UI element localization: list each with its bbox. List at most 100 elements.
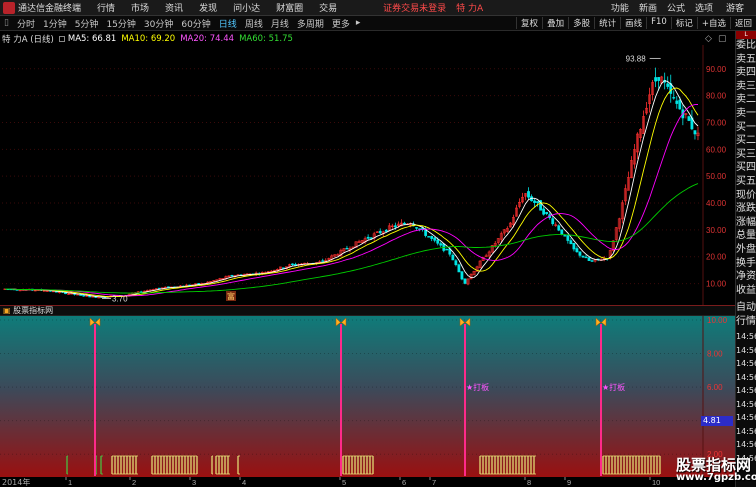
side-label[interactable]: 涨幅 <box>736 216 756 230</box>
side-label[interactable]: 收益 <box>736 284 756 298</box>
chart-settings-icon[interactable]: ◇ <box>705 34 712 44</box>
side-label[interactable]: 卖三 <box>736 80 756 94</box>
side-label[interactable]: 涨跌 <box>736 202 756 216</box>
side-label[interactable]: 买二 <box>736 134 756 148</box>
price-tick-label: 60.00 <box>706 145 727 154</box>
chart-expand-icon[interactable]: ▢ <box>718 34 727 44</box>
quote-side-panel: L 委比 卖五 卖四 卖三 卖二 卖一 买一 买二 买三 买四 买五 现价 涨跌 涨幅 总量 外盘 换手 净资 收益… <box>735 31 756 487</box>
candle-body <box>575 248 579 253</box>
side-label[interactable]: 总量 <box>736 229 756 243</box>
app-title: 通达信金融终端 <box>18 4 82 14</box>
trade-time: 14:56 <box>736 332 756 342</box>
candle-body <box>569 240 573 245</box>
menu-item-wealth[interactable]: 财富圈 <box>268 1 311 14</box>
side-label[interactable]: 卖一 <box>736 107 756 121</box>
candle-body <box>657 77 661 81</box>
menu-item-market[interactable]: 市场 <box>123 1 157 14</box>
side-label[interactable]: 买四 <box>736 161 756 175</box>
candle-body <box>545 212 549 214</box>
candlestick-chart[interactable]: 90.00 80.00 70.00 60.00 50.00 40.00 30.00 20.00… <box>0 45 735 305</box>
tool-stats[interactable]: 统计 <box>594 17 620 29</box>
candle-body <box>693 130 697 135</box>
candle-body <box>321 260 325 262</box>
tool-back[interactable]: 返回 <box>729 17 756 29</box>
trade-time: 14:56 <box>736 386 756 396</box>
side-section-quotes[interactable]: 行情 <box>736 315 756 329</box>
indicator-title[interactable]: 股票指标网 <box>13 306 53 315</box>
month-label: 3 <box>192 478 196 487</box>
price-tick-label: 10.00 <box>706 280 727 289</box>
menu-options[interactable]: 选项 <box>690 1 718 14</box>
period-more[interactable]: 更多 <box>328 17 354 30</box>
menu-function[interactable]: 功能 <box>606 1 634 14</box>
candle-body <box>439 243 443 246</box>
menu-item-ask[interactable]: 问小达 <box>225 1 268 14</box>
candle-body <box>533 200 536 203</box>
period-multi[interactable]: 多周期 <box>293 17 328 30</box>
side-label[interactable]: 委比 <box>736 39 756 53</box>
period-5min[interactable]: 5分钟 <box>71 17 103 30</box>
period-1min[interactable]: 1分钟 <box>39 17 71 30</box>
tool-overlay[interactable]: 叠加 <box>542 17 568 29</box>
menu-guest[interactable]: 游客 <box>718 1 756 14</box>
ma-legend: 特 力A (日线) MA5: 66.81 MA10: 69.20 MA20: 7… <box>0 33 298 45</box>
menu-formula[interactable]: 公式 <box>662 1 690 14</box>
candle-body <box>433 237 437 241</box>
side-label[interactable]: 买三 <box>736 148 756 162</box>
candle-body <box>197 283 201 285</box>
candle-body <box>557 225 561 231</box>
month-label: 4 <box>242 478 246 487</box>
side-label[interactable]: 卖五 <box>736 53 756 67</box>
menu-new-draw[interactable]: 新画 <box>634 1 662 14</box>
tool-adjust[interactable]: 复权 <box>516 17 542 29</box>
period-monthly[interactable]: 月线 <box>267 17 293 30</box>
tool-f10[interactable]: F10 <box>646 17 671 29</box>
menu-item-discover[interactable]: 发现 <box>191 1 225 14</box>
side-label[interactable]: 现价 <box>736 189 756 203</box>
marker-badge-text: 富 <box>227 291 235 301</box>
app-logo-icon <box>3 1 15 14</box>
candle-body <box>590 260 594 262</box>
price-tick-label: 40.00 <box>706 199 727 208</box>
candle-body <box>587 257 591 261</box>
panel-toggle-icon[interactable]: ▯ <box>0 18 13 28</box>
indicator-chart[interactable]: ★打板★打板 10.008.006.004.002.00 <box>0 316 735 477</box>
tool-mark[interactable]: 标记 <box>670 17 697 29</box>
period-weekly[interactable]: 周线 <box>241 17 267 30</box>
tool-add-watchlist[interactable]: +自选 <box>696 17 730 29</box>
side-label[interactable]: 卖二 <box>736 93 756 107</box>
period-15min[interactable]: 15分钟 <box>102 17 139 30</box>
menu-item-quotes[interactable]: 行情 <box>89 1 123 14</box>
side-panel-top[interactable]: L <box>736 31 756 39</box>
period-timeshare[interactable]: 分时 <box>13 17 39 30</box>
login-warning[interactable]: 证券交易未登录 <box>375 1 454 14</box>
side-label[interactable]: 卖四 <box>736 66 756 80</box>
stock-name: 特 力A <box>456 4 484 14</box>
candle-body <box>393 225 397 228</box>
period-daily[interactable]: 日线 <box>215 17 241 30</box>
period-60min[interactable]: 60分钟 <box>177 17 214 30</box>
month-label: 10 <box>652 478 660 487</box>
side-section-auto[interactable]: 自动 <box>736 301 756 315</box>
month-label: 8 <box>527 478 531 487</box>
candle-body <box>42 290 46 292</box>
side-label[interactable]: 外盘 <box>736 243 756 257</box>
candle-body <box>584 256 588 259</box>
month-label: 9 <box>567 478 571 487</box>
menu-item-trade[interactable]: 交易 <box>311 1 345 14</box>
menu-item-news[interactable]: 资讯 <box>157 1 191 14</box>
side-label[interactable]: 买五 <box>736 175 756 189</box>
tool-multi-stock[interactable]: 多股 <box>568 17 594 29</box>
period-30min[interactable]: 30分钟 <box>140 17 177 30</box>
side-label[interactable]: 换手 <box>736 257 756 271</box>
side-label[interactable]: 净资 <box>736 270 756 284</box>
ma5-value: MA5: 66.81 <box>67 34 117 44</box>
candle-body <box>345 247 349 250</box>
more-dropdown-icon[interactable]: ▸ <box>354 18 363 28</box>
period-toolbar: ▯ 分时 1分钟 5分钟 15分钟 30分钟 60分钟 日线 周线 月线 多周期… <box>0 16 756 31</box>
tool-draw-line[interactable]: 画线 <box>620 17 646 29</box>
candle-body <box>445 248 449 251</box>
candle-body <box>563 235 567 237</box>
side-label[interactable]: 买一 <box>736 121 756 135</box>
ma20-line <box>4 104 699 297</box>
